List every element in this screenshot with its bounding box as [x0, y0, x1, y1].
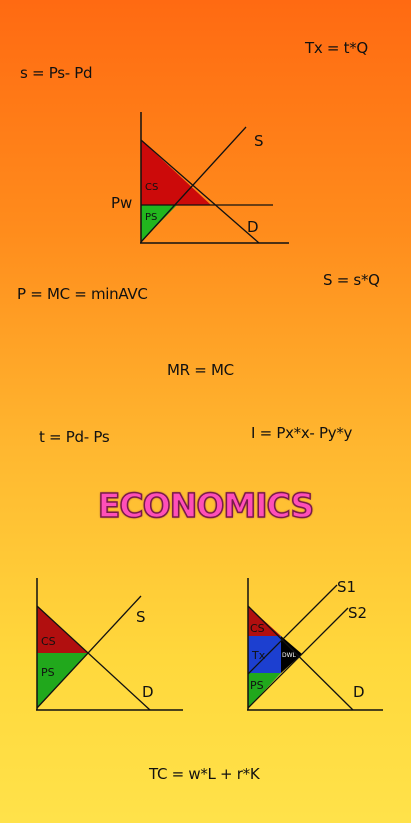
- wallpaper: Tx = t*Q s = Ps- Pd P = MC = minAVC S = …: [0, 0, 411, 823]
- tax-label: Tx: [251, 649, 266, 662]
- demand-label: D: [353, 683, 365, 701]
- ps-label: PS: [250, 679, 264, 692]
- graph-right: S1 S2 D CS Tx DWL PS: [247, 578, 383, 711]
- dwl-label: DWL: [282, 652, 297, 659]
- supply-1-label: S1: [337, 578, 356, 596]
- supply-2-label: S2: [348, 604, 367, 622]
- cs-label: CS: [250, 622, 265, 635]
